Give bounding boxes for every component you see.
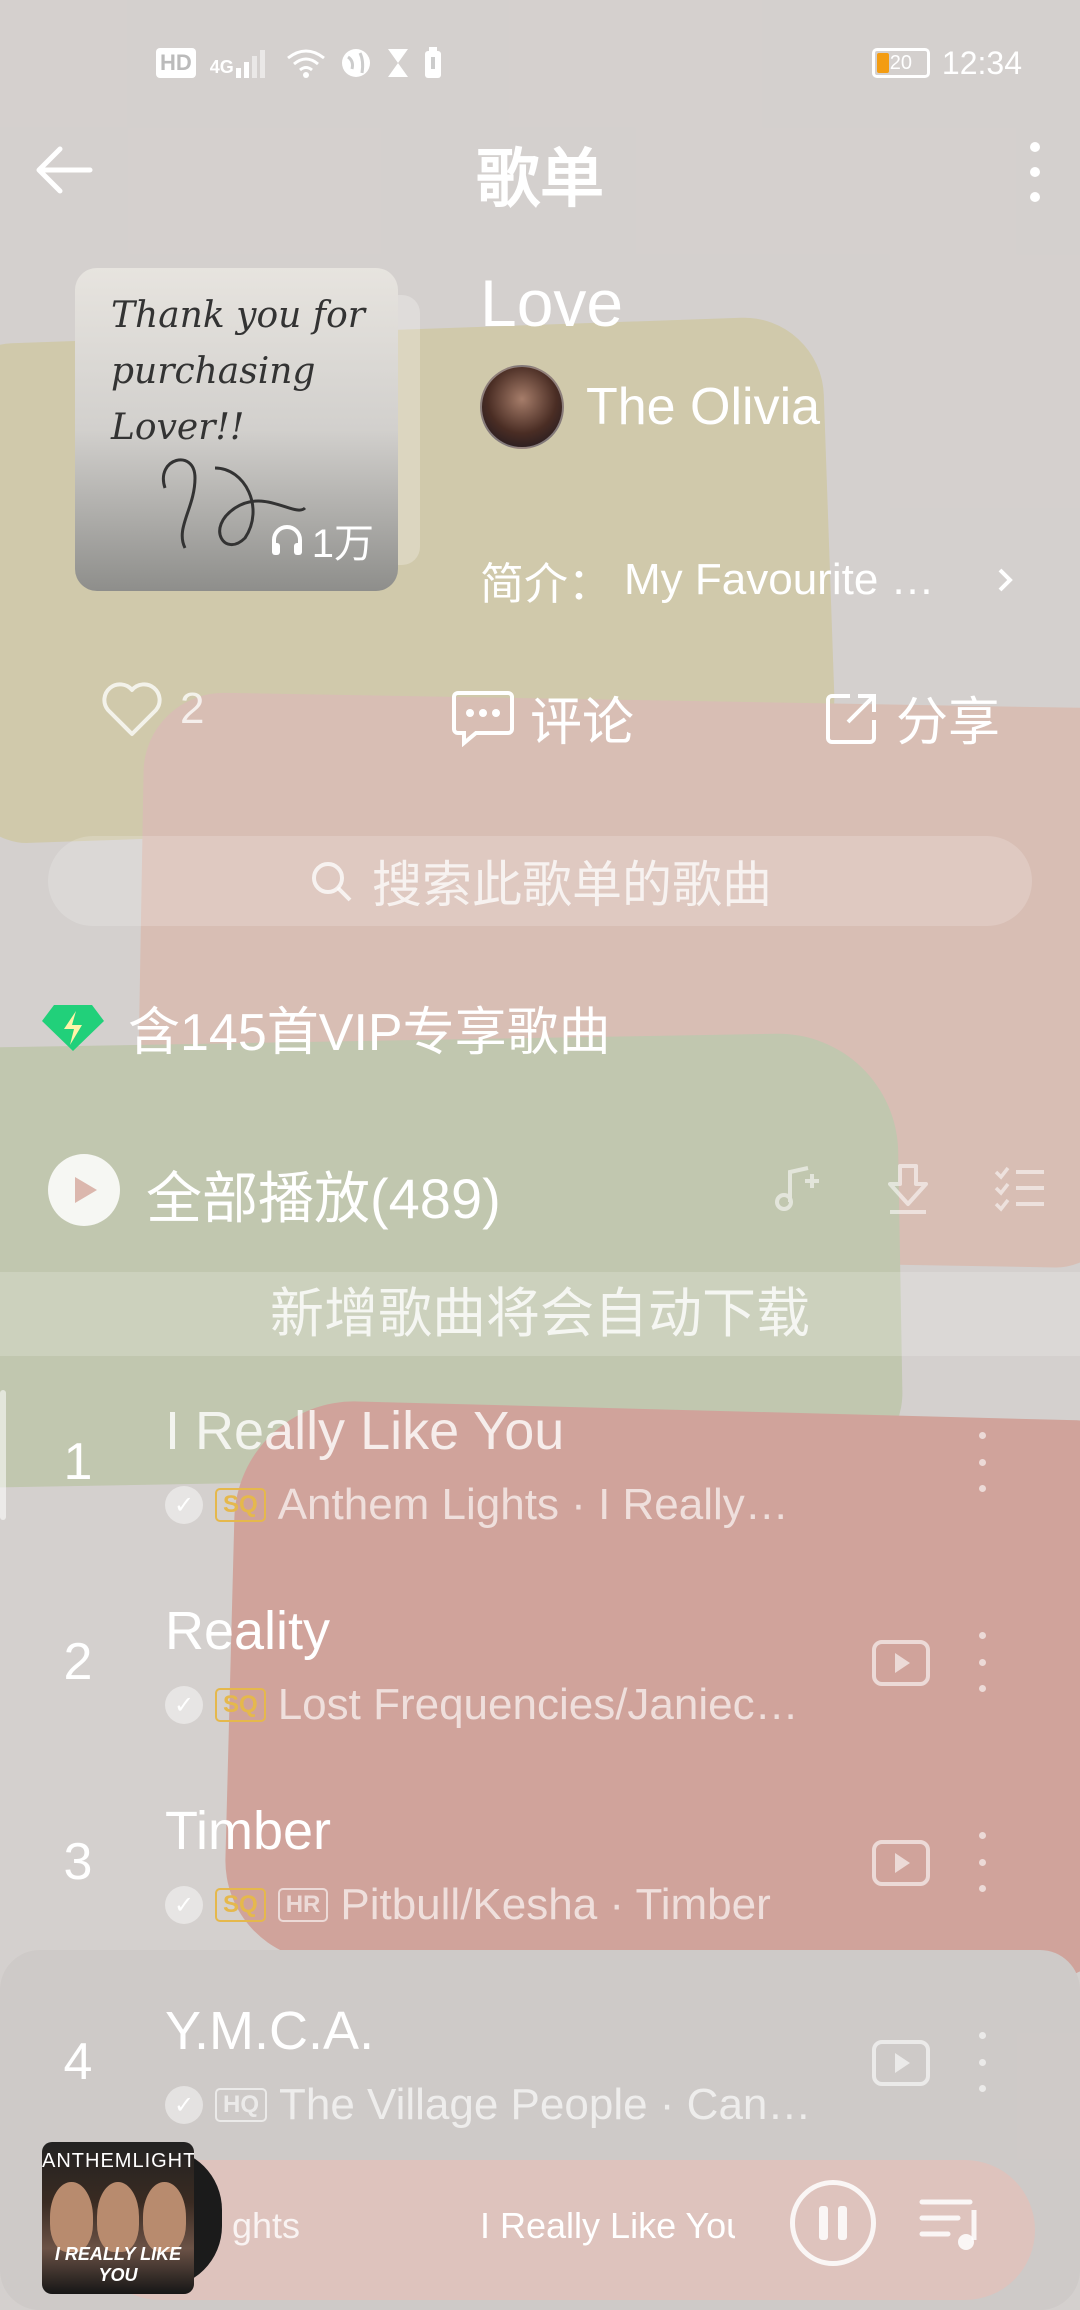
comment-icon [452,690,514,747]
quality-badge: SQ [215,1688,266,1722]
vip-notice[interactable]: 含145首VIP专享歌曲 [40,990,611,1065]
intro-label: 简介： [480,560,612,609]
share-button[interactable]: 分享 [824,680,1000,755]
quality-badge: HQ [215,2088,267,2122]
action-row: 2 评论 分享 [0,672,1080,752]
globe-icon [341,49,370,77]
mv-play-icon[interactable] [872,1840,930,1886]
song-subtitle: The Village People · Can… [279,2080,812,2129]
song-title: Timber [165,1801,332,1861]
quality-badge: SQ [215,1488,266,1522]
song-index: 4 [63,2033,93,2091]
play-all-row: 全部播放(489) [48,1150,1048,1230]
downloaded-check-icon: ✓ [165,1486,203,1524]
song-title: Reality [165,1601,331,1661]
add-music-icon[interactable] [768,1160,824,1216]
creator-avatar[interactable] [480,365,564,449]
album-art-bottom-text: I REALLY LIKE YOU [54,2244,182,2285]
playlist-intro[interactable]: 简介： My Favourite … [480,548,1020,612]
song-more-button[interactable] [972,2032,992,2092]
multi-select-icon[interactable] [992,1160,1048,1216]
mv-play-icon[interactable] [872,2040,930,2086]
share-label: 分享 [896,694,1001,752]
downloaded-check-icon: ✓ [165,2086,203,2124]
album-art-top-text: ANTHEMLIGHTS [42,2150,194,2172]
status-bar: HD 4G 20 12:34 [0,40,1080,86]
quality-badge: SQ [215,1888,266,1922]
song-meta: ✓ SQ Lost Frequencies/Janiec… [165,1680,799,1730]
hourglass-icon [387,49,408,77]
like-count: 2 [180,684,205,733]
comment-button[interactable]: 评论 [452,680,634,755]
chevron-right-icon [998,568,1013,592]
vip-diamond-icon [42,1004,104,1051]
share-icon [826,693,876,744]
song-row[interactable]: 1 I Really Like You ✓ SQ Anthem Lights ·… [0,1380,1080,1580]
battery-saver-icon [424,47,441,78]
headphones-icon [271,525,302,555]
cover-handwriting: Thank you for purchasing Lover!! [111,295,365,448]
creator-row[interactable]: The Olivia [480,365,820,449]
song-subtitle: Pitbull/Kesha · Timber [340,1880,771,1929]
like-button[interactable]: 2 [100,680,204,738]
play-icon [75,1177,97,1203]
song-title: Y.M.C.A. [165,2001,375,2061]
song-more-button[interactable] [972,1832,992,1892]
now-playing-album-art[interactable]: ANTHEMLIGHTS I REALLY LIKE YOU [42,2142,194,2294]
playlist-cover[interactable]: Thank you for purchasing Lover!! 1万 [75,268,398,591]
song-subtitle: Anthem Lights · I Really… [277,1480,789,1529]
downloaded-check-icon: ✓ [165,1686,203,1724]
playlist-queue-icon[interactable] [918,2190,988,2256]
auto-download-banner: 新增歌曲将会自动下载 [0,1272,1080,1356]
mv-play-icon[interactable] [872,1640,930,1686]
search-icon [312,862,352,902]
battery-icon: 20 [871,48,930,78]
song-more-button[interactable] [972,1632,992,1692]
song-index: 3 [63,1833,93,1891]
song-meta: ✓ HQ The Village People · Can… [165,2080,811,2130]
song-meta: ✓ SQ Anthem Lights · I Really… [165,1480,789,1530]
vip-notice-text: 含145首VIP专享歌曲 [128,1004,611,1062]
playlist-search-input[interactable]: 搜索此歌单的歌曲 [48,836,1032,926]
playlist-name: Love [480,266,624,340]
intro-text: My Favourite … [624,555,935,604]
downloaded-check-icon: ✓ [165,1886,203,1924]
play-all-label[interactable]: 全部播放(489) [146,1154,501,1235]
top-app-bar: 歌单 [0,120,1080,220]
download-icon[interactable] [880,1160,936,1216]
play-all-button[interactable] [48,1154,120,1226]
comment-label: 评论 [530,694,635,752]
creator-name[interactable]: The Olivia [586,377,820,437]
now-playing-title: I Really Like You [480,2205,735,2246]
song-row[interactable]: 2 Reality ✓ SQ Lost Frequencies/Janiec… [0,1580,1080,1780]
heart-icon [102,682,162,736]
song-meta: ✓ SQ HR Pitbull/Kesha · Timber [165,1880,771,1930]
more-options-button[interactable] [1020,142,1050,202]
signal-icon: 4G [210,48,272,78]
quality-badge: HR [277,1888,329,1922]
song-list: 1 I Really Like You ✓ SQ Anthem Lights ·… [0,1380,1080,2180]
now-playing-artist: ghts [232,2205,301,2246]
song-subtitle: Lost Frequencies/Janiec… [277,1680,799,1729]
hd-indicator: HD [156,48,196,78]
play-count: 1万 [270,511,374,569]
search-placeholder: 搜索此歌单的歌曲 [372,857,772,913]
song-title: I Really Like You [165,1401,565,1461]
clock: 12:34 [941,44,1022,81]
song-index: 1 [63,1433,93,1491]
song-more-button[interactable] [972,1432,992,1492]
pause-button[interactable] [790,2180,876,2266]
page-title: 歌单 [476,143,604,215]
wifi-icon [286,49,325,78]
song-index: 2 [63,1633,93,1691]
song-row[interactable]: 3 Timber ✓ SQ HR Pitbull/Kesha · Timber [0,1780,1080,1980]
